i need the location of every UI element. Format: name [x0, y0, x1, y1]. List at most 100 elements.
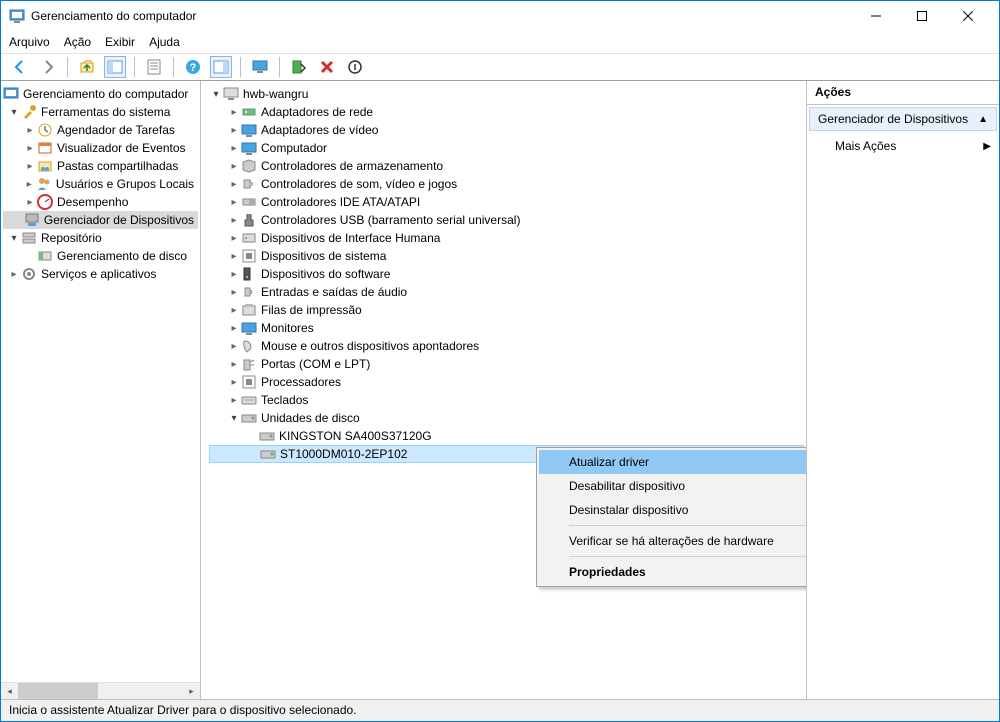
expand-arrow-icon[interactable]: ▸ [227, 107, 241, 118]
scan-hardware-button[interactable] [288, 56, 310, 78]
console-tree[interactable]: Gerenciamento do computador ▾ Ferramenta… [1, 81, 200, 682]
expand-arrow-icon[interactable]: ▸ [23, 143, 37, 154]
device-category[interactable]: ▸Filas de impressão [209, 301, 804, 319]
actions-more[interactable]: Mais Ações ▶ [807, 133, 999, 159]
left-scrollbar[interactable]: ◂ ▸ [1, 682, 200, 699]
ctx-scan-hardware[interactable]: Verificar se há alterações de hardware [539, 529, 807, 553]
device-category[interactable]: ▸Controladores de som, vídeo e jogos [209, 175, 804, 193]
show-hide-tree-button[interactable] [104, 56, 126, 78]
expand-arrow-icon[interactable]: ▸ [227, 197, 241, 208]
device-root[interactable]: ▾ hwb-wangru [209, 85, 804, 103]
expand-arrow-icon[interactable]: ▸ [227, 269, 241, 280]
ctx-update-driver[interactable]: Atualizar driver [539, 450, 807, 474]
tree-root[interactable]: Gerenciamento do computador [3, 85, 198, 103]
tree-services[interactable]: ▸ Serviços e aplicativos [3, 265, 198, 283]
expand-arrow-icon[interactable]: ▸ [227, 305, 241, 316]
device-category[interactable]: ▸Dispositivos de Interface Humana [209, 229, 804, 247]
expand-arrow-icon[interactable]: ▾ [7, 107, 21, 118]
device-category[interactable]: ▸Adaptadores de vídeo [209, 121, 804, 139]
expand-arrow-icon[interactable]: ▸ [23, 197, 37, 208]
device-category[interactable]: ▸Processadores [209, 373, 804, 391]
tree-local-users[interactable]: ▸ Usuários e Grupos Locais [3, 175, 198, 193]
show-hide-actions-button[interactable] [210, 56, 232, 78]
properties-button[interactable] [143, 56, 165, 78]
expand-arrow-icon[interactable]: ▸ [227, 323, 241, 334]
expand-arrow-icon[interactable]: ▸ [227, 179, 241, 190]
tree-label: Serviços e aplicativos [41, 267, 156, 281]
device-category[interactable]: ▸Controladores IDE ATA/ATAPI [209, 193, 804, 211]
actions-more-label: Mais Ações [835, 139, 896, 153]
device-disk-item[interactable]: KINGSTON SA400S37120G [209, 427, 804, 445]
menu-action[interactable]: Ação [64, 35, 91, 49]
device-tree[interactable]: ▾ hwb-wangru ▸Adaptadores de rede▸Adapta… [201, 81, 806, 467]
ctx-disable-device[interactable]: Desabilitar dispositivo [539, 474, 807, 498]
device-category[interactable]: ▸Computador [209, 139, 804, 157]
device-category[interactable]: ▸Controladores de armazenamento [209, 157, 804, 175]
actions-category[interactable]: Gerenciador de Dispositivos ▲ [809, 107, 997, 131]
expand-arrow-icon[interactable]: ▸ [22, 179, 36, 190]
tree-storage[interactable]: ▾ Repositório [3, 229, 198, 247]
forward-button[interactable] [37, 56, 59, 78]
ctx-uninstall-device[interactable]: Desinstalar dispositivo [539, 498, 807, 522]
device-category[interactable]: ▸Mouse e outros dispositivos apontadores [209, 337, 804, 355]
device-category[interactable]: ▾Unidades de disco [209, 409, 804, 427]
device-category[interactable]: ▸Portas (COM e LPT) [209, 355, 804, 373]
category-icon [241, 356, 257, 372]
expand-arrow-icon[interactable]: ▸ [7, 269, 21, 280]
device-category[interactable]: ▸Monitores [209, 319, 804, 337]
back-button[interactable] [9, 56, 31, 78]
tree-disk-mgmt[interactable]: Gerenciamento de disco [3, 247, 198, 265]
svg-text:?: ? [190, 62, 197, 74]
disable-button[interactable] [344, 56, 366, 78]
device-category[interactable]: ▸Adaptadores de rede [209, 103, 804, 121]
device-category[interactable]: ▸Entradas e saídas de áudio [209, 283, 804, 301]
uninstall-button[interactable] [316, 56, 338, 78]
status-text: Inicia o assistente Atualizar Driver par… [9, 703, 357, 717]
expand-arrow-icon[interactable]: ▸ [227, 233, 241, 244]
help-button[interactable]: ? [182, 56, 204, 78]
device-category[interactable]: ▸Teclados [209, 391, 804, 409]
tree-label: Agendador de Tarefas [57, 123, 175, 137]
expand-arrow-icon[interactable]: ▸ [227, 359, 241, 370]
category-icon [241, 194, 257, 210]
close-button[interactable] [945, 1, 991, 31]
menu-help[interactable]: Ajuda [149, 35, 180, 49]
device-category[interactable]: ▸Dispositivos do software [209, 265, 804, 283]
ctx-properties[interactable]: Propriedades [539, 560, 807, 584]
tree-device-manager[interactable]: Gerenciador de Dispositivos [3, 211, 198, 229]
tree-shared-folders[interactable]: ▸ Pastas compartilhadas [3, 157, 198, 175]
expand-arrow-icon[interactable]: ▸ [23, 161, 37, 172]
toolbar-divider [240, 57, 241, 77]
monitor-icon-button[interactable] [249, 56, 271, 78]
minimize-button[interactable] [853, 1, 899, 31]
expand-arrow-icon[interactable]: ▸ [227, 341, 241, 352]
expand-arrow-icon[interactable]: ▸ [227, 395, 241, 406]
ctx-label: Propriedades [569, 565, 646, 579]
scroll-left-icon[interactable]: ◂ [1, 683, 18, 700]
tree-performance[interactable]: ▸ Desempenho [3, 193, 198, 211]
maximize-button[interactable] [899, 1, 945, 31]
device-category[interactable]: ▸Controladores USB (barramento serial un… [209, 211, 804, 229]
tree-event-viewer[interactable]: ▸ Visualizador de Eventos [3, 139, 198, 157]
up-button[interactable] [76, 56, 98, 78]
expand-arrow-icon[interactable]: ▸ [227, 377, 241, 388]
expand-arrow-icon[interactable]: ▾ [7, 233, 21, 244]
expand-arrow-icon[interactable]: ▸ [227, 215, 241, 226]
device-category[interactable]: ▸Dispositivos de sistema [209, 247, 804, 265]
expand-arrow-icon[interactable]: ▸ [227, 143, 241, 154]
tree-system-tools[interactable]: ▾ Ferramentas do sistema [3, 103, 198, 121]
scroll-thumb[interactable] [18, 683, 98, 700]
scroll-right-icon[interactable]: ▸ [183, 683, 200, 700]
menu-view[interactable]: Exibir [105, 35, 135, 49]
category-icon [241, 140, 257, 156]
expand-arrow-icon[interactable]: ▸ [227, 125, 241, 136]
expand-arrow-icon[interactable]: ▸ [227, 161, 241, 172]
expand-arrow-icon[interactable]: ▸ [23, 125, 37, 136]
menu-file[interactable]: Arquivo [9, 35, 50, 49]
category-icon [241, 176, 257, 192]
expand-arrow-icon[interactable]: ▸ [227, 251, 241, 262]
tree-task-scheduler[interactable]: ▸ Agendador de Tarefas [3, 121, 198, 139]
expand-arrow-icon[interactable]: ▾ [227, 413, 241, 424]
expand-arrow-icon[interactable]: ▸ [227, 287, 241, 298]
expand-arrow-icon[interactable]: ▾ [209, 89, 223, 100]
